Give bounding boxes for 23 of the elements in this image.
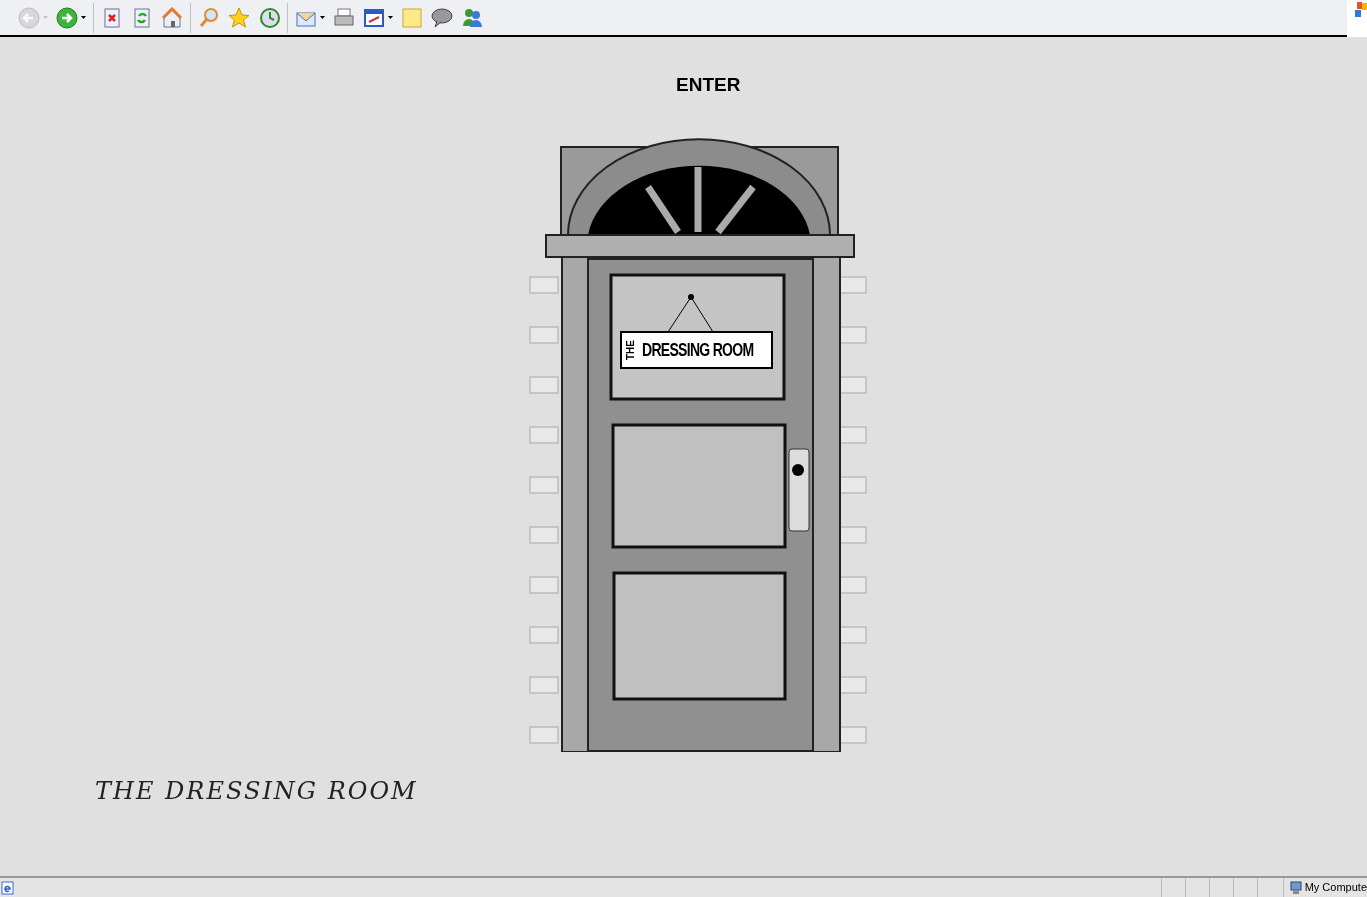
caret-icon: [320, 16, 325, 19]
history-icon: [258, 6, 280, 29]
sign-small-text: THE: [626, 340, 636, 360]
home-icon: [161, 6, 183, 29]
edit-icon: [363, 6, 385, 29]
speech-bubble-icon: [431, 6, 453, 29]
printer-icon: [333, 6, 355, 29]
security-zone: My Compute: [1304, 880, 1367, 896]
caret-icon: [81, 16, 86, 19]
page-icon: [1, 880, 15, 895]
refresh-icon: [131, 6, 153, 29]
search-icon: [198, 6, 220, 29]
windows-logo-icon: [1347, 0, 1367, 37]
note-icon: [401, 6, 423, 29]
site-title: THE DRESSING ROOM: [95, 776, 418, 807]
messenger-icon: [461, 6, 483, 29]
sign-title: DRESSING ROOM: [642, 341, 754, 359]
stop-icon: [101, 6, 123, 29]
enter-heading[interactable]: ENTER: [676, 71, 741, 100]
star-icon: [228, 6, 250, 29]
caret-icon: [388, 16, 393, 19]
caret-icon: [43, 16, 48, 19]
computer-icon: [1289, 880, 1302, 895]
